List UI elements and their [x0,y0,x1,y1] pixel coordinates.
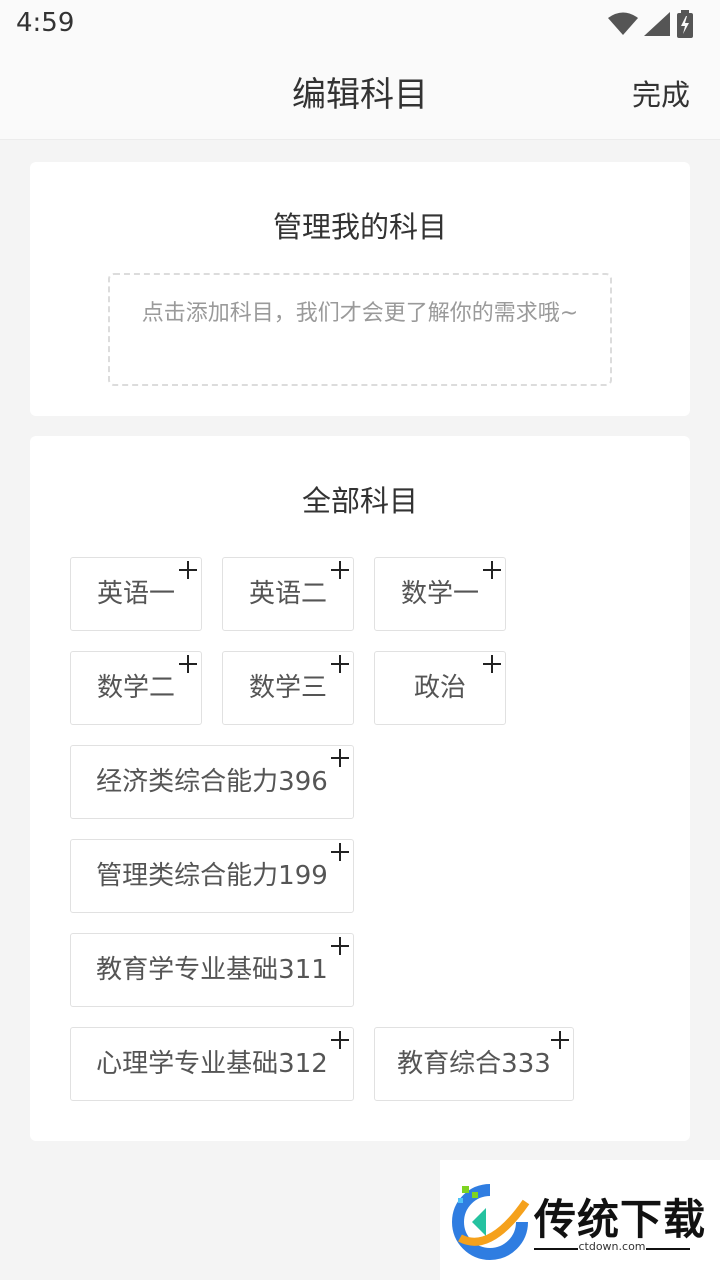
watermark-domain: ctdown.com [578,1240,646,1253]
my-subjects-title: 管理我的科目 [272,210,447,244]
battery-charging-icon [677,10,693,38]
subject-tag-label: 英语二 [248,579,327,609]
subject-tag-label: 数学一 [400,579,479,609]
subject-tag-math-3[interactable]: 数学三 [222,651,354,725]
page-title: 编辑科目 [292,75,428,115]
watermark-brand: 传统下载 [534,1195,707,1244]
subject-tag-label: 经济类综合能力396 [96,767,328,797]
plus-icon [331,1031,349,1049]
subject-tag-label: 心理学专业基础312 [96,1049,328,1079]
subject-tag-label: 英语一 [96,579,175,609]
plus-icon [331,937,349,955]
plus-icon [179,655,197,673]
app-header: 编辑科目 完成 [0,50,720,140]
subject-tag-english-1[interactable]: 英语一 [70,557,202,631]
brand-logo-icon [452,1184,530,1260]
add-subject-placeholder[interactable]: 点击添加科目，我们才会更了解你的需求哦~ [108,273,612,386]
plus-icon [551,1031,569,1049]
subject-tag-math-1[interactable]: 数学一 [374,557,506,631]
plus-icon [331,749,349,767]
subject-tag-management-199[interactable]: 管理类综合能力199 [70,839,354,913]
subject-tag-label: 管理类综合能力199 [96,861,328,891]
subject-tag-label: 政治 [413,673,466,703]
status-time: 4:59 [16,8,75,38]
plus-icon [179,561,197,579]
subject-tag-education-333[interactable]: 教育综合333 [374,1027,574,1101]
status-bar: 4:59 [0,0,720,50]
subject-tag-math-2[interactable]: 数学二 [70,651,202,725]
plus-icon [331,843,349,861]
subject-tag-economics-396[interactable]: 经济类综合能力396 [70,745,354,819]
all-subjects-title: 全部科目 [301,484,418,518]
plus-icon [483,655,501,673]
wifi-icon [608,12,638,35]
status-icons [608,10,694,38]
plus-icon [331,655,349,673]
all-subjects-card: 全部科目 英语一 英语二 数学一 数学二 数学三 政治 经济类综合能力396 管… [30,436,690,1141]
subject-tag-label: 教育综合333 [397,1049,551,1079]
plus-icon [483,561,501,579]
watermark: 传统下载 ctdown.com [440,1160,720,1280]
subject-tag-psychology-312[interactable]: 心理学专业基础312 [70,1027,354,1101]
subject-tag-english-2[interactable]: 英语二 [222,557,354,631]
subject-tag-label: 数学二 [96,673,175,703]
subject-tag-label: 教育学专业基础311 [96,955,328,985]
my-subjects-card: 管理我的科目 点击添加科目，我们才会更了解你的需求哦~ [30,162,690,416]
subject-tag-label: 数学三 [248,673,327,703]
cell-signal-icon [644,12,670,36]
subject-tag-education-311[interactable]: 教育学专业基础311 [70,933,354,1007]
plus-icon [331,561,349,579]
done-button[interactable]: 完成 [632,50,690,140]
subject-tag-politics[interactable]: 政治 [374,651,506,725]
